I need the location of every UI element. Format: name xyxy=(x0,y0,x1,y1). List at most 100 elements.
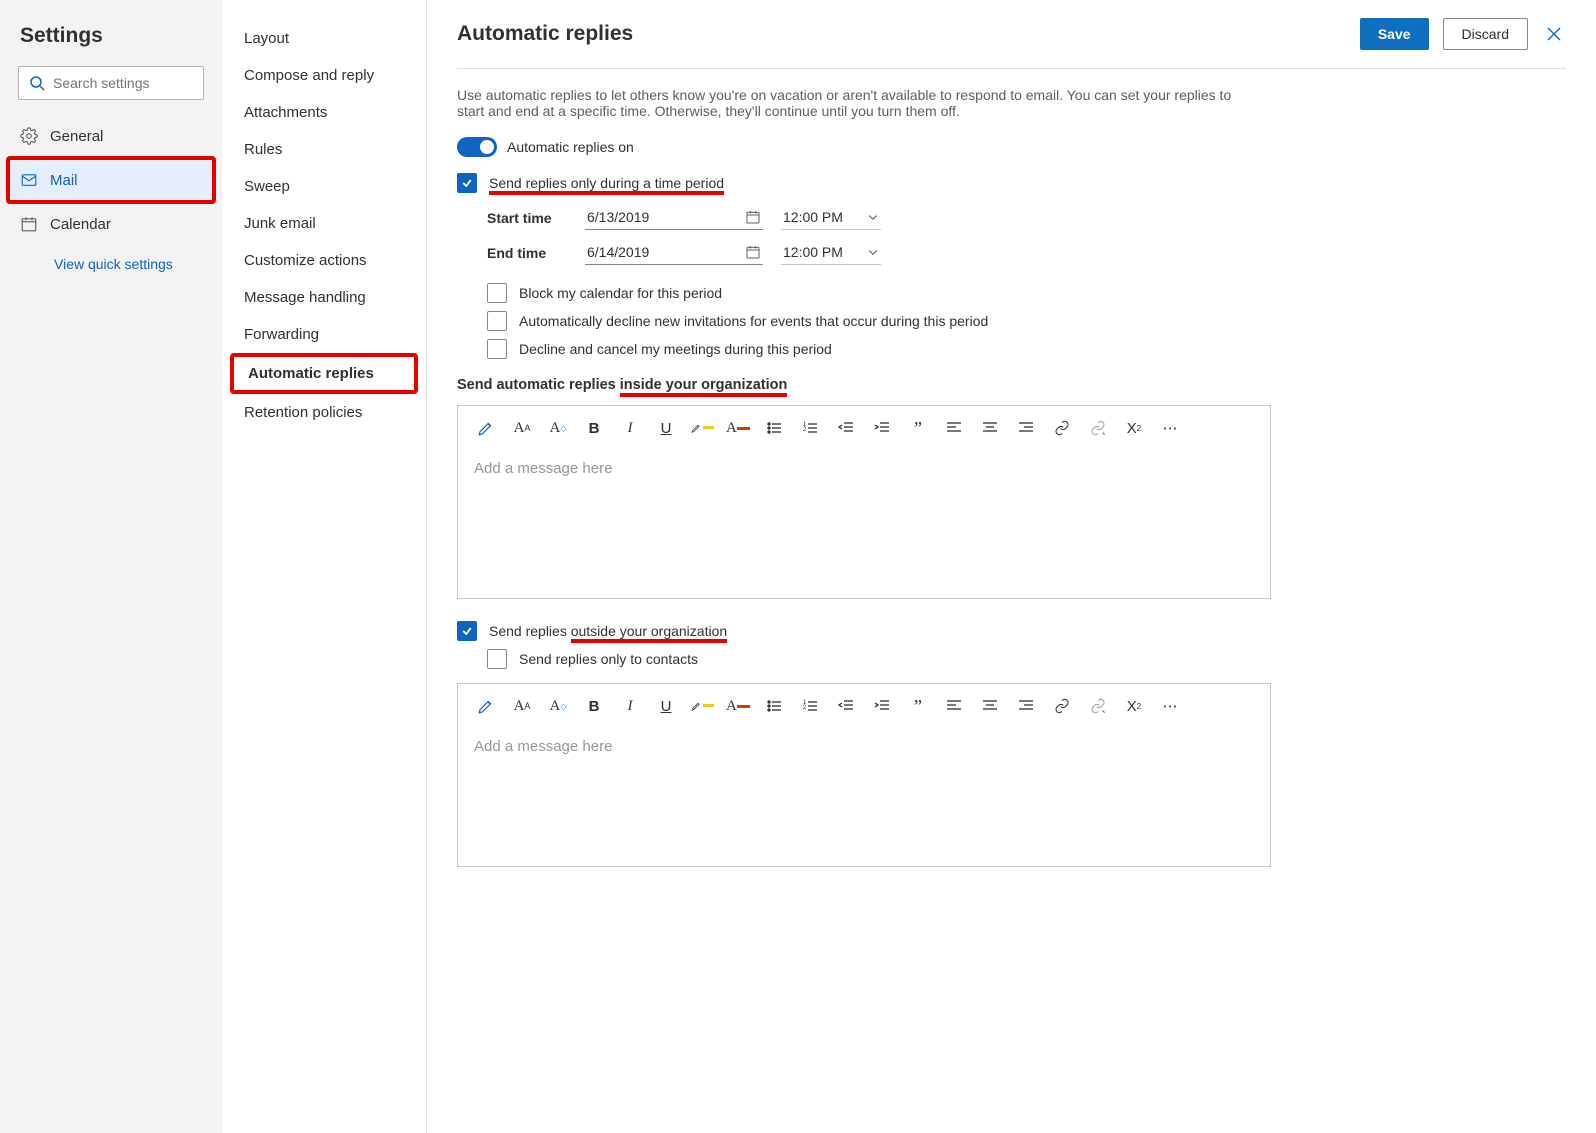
calendar-picker-icon[interactable] xyxy=(745,244,761,260)
bold-icon[interactable]: B xyxy=(582,416,606,440)
contacts-only-label[interactable]: Send replies only to contacts xyxy=(519,651,698,667)
underline-icon[interactable]: U xyxy=(654,416,678,440)
indent-icon[interactable] xyxy=(870,416,894,440)
category-general[interactable]: General xyxy=(0,116,222,156)
quote-icon[interactable]: ” xyxy=(906,416,930,440)
view-quick-settings-link[interactable]: View quick settings xyxy=(0,244,222,272)
subnav-junk-email[interactable]: Junk email xyxy=(222,205,426,242)
start-date-field[interactable]: 6/13/2019 xyxy=(585,205,763,230)
subnav-automatic-replies[interactable]: Automatic replies xyxy=(234,357,414,390)
subnav-sweep[interactable]: Sweep xyxy=(222,168,426,205)
automatic-replies-toggle[interactable] xyxy=(457,137,497,157)
category-label: General xyxy=(50,128,103,145)
contacts-only-checkbox[interactable] xyxy=(487,649,507,669)
subnav-forwarding[interactable]: Forwarding xyxy=(222,316,426,353)
subnav-rules[interactable]: Rules xyxy=(222,131,426,168)
highlight-color-icon[interactable] xyxy=(690,416,714,440)
chevron-down-icon[interactable] xyxy=(867,246,879,258)
quote-icon[interactable]: ” xyxy=(906,694,930,718)
link-icon[interactable] xyxy=(1050,416,1074,440)
highlighter-icon[interactable] xyxy=(474,694,498,718)
outdent-icon[interactable] xyxy=(834,694,858,718)
subnav-layout[interactable]: Layout xyxy=(222,20,426,57)
unlink-icon[interactable] xyxy=(1086,416,1110,440)
link-icon[interactable] xyxy=(1050,694,1074,718)
italic-icon[interactable]: I xyxy=(618,694,642,718)
outside-org-label[interactable]: Send replies outside your organization xyxy=(489,623,727,639)
outdent-icon[interactable] xyxy=(834,416,858,440)
inside-editor-body[interactable]: Add a message here xyxy=(458,448,1270,598)
settings-detail-pane: Automatic replies Save Discard Use autom… xyxy=(427,0,1596,1133)
outside-org-editor: AA A◇ B I U A 12 ” X2 ⋯ Add a message he… xyxy=(457,683,1271,867)
outside-editor-body[interactable]: Add a message here xyxy=(458,726,1270,866)
category-label: Calendar xyxy=(50,216,111,233)
align-center-icon[interactable] xyxy=(978,416,1002,440)
discard-button[interactable]: Discard xyxy=(1443,18,1528,50)
font-color-icon[interactable]: A xyxy=(726,416,750,440)
align-left-li-icon[interactable] xyxy=(942,694,966,718)
cancel-meetings-label[interactable]: Decline and cancel my meetings during th… xyxy=(519,341,832,357)
numbering-icon[interactable]: 12 xyxy=(798,694,822,718)
start-time-value: 12:00 PM xyxy=(783,209,843,225)
indent-icon[interactable] xyxy=(870,694,894,718)
block-calendar-label[interactable]: Block my calendar for this period xyxy=(519,285,722,301)
font-format-icon[interactable]: A◇ xyxy=(546,694,570,718)
category-label: Mail xyxy=(50,172,78,189)
italic-icon[interactable]: I xyxy=(618,416,642,440)
align-center-icon[interactable] xyxy=(978,694,1002,718)
svg-text:2: 2 xyxy=(803,705,807,711)
category-calendar[interactable]: Calendar xyxy=(0,204,222,244)
start-time-field[interactable]: 12:00 PM xyxy=(781,205,881,230)
align-right-icon[interactable] xyxy=(1014,416,1038,440)
numbering-icon[interactable]: 12 xyxy=(798,416,822,440)
font-format-icon[interactable]: A◇ xyxy=(546,416,570,440)
bullets-icon[interactable] xyxy=(762,694,786,718)
category-mail[interactable]: Mail xyxy=(10,160,212,200)
decline-invites-label[interactable]: Automatically decline new invitations fo… xyxy=(519,313,988,329)
toggle-label: Automatic replies on xyxy=(507,139,634,155)
search-settings-box[interactable] xyxy=(18,66,204,100)
decline-invites-checkbox[interactable] xyxy=(487,311,507,331)
unlink-icon[interactable] xyxy=(1086,694,1110,718)
align-right-icon[interactable] xyxy=(1014,694,1038,718)
page-description: Use automatic replies to let others know… xyxy=(457,87,1247,119)
font-size-icon[interactable]: AA xyxy=(510,694,534,718)
font-size-icon[interactable]: AA xyxy=(510,416,534,440)
calendar-picker-icon[interactable] xyxy=(745,209,761,225)
chevron-down-icon[interactable] xyxy=(867,211,879,223)
more-icon[interactable]: ⋯ xyxy=(1158,694,1182,718)
more-icon[interactable]: ⋯ xyxy=(1158,416,1182,440)
highlighter-icon[interactable] xyxy=(474,416,498,440)
end-date-value: 6/14/2019 xyxy=(587,244,649,260)
time-period-label[interactable]: Send replies only during a time period xyxy=(489,175,724,191)
search-settings-input[interactable] xyxy=(53,75,234,91)
gear-icon xyxy=(20,127,38,145)
superscript-icon[interactable]: X2 xyxy=(1122,416,1146,440)
svg-text:2: 2 xyxy=(803,427,807,433)
calendar-icon xyxy=(20,215,38,233)
inside-org-editor: AA A◇ B I U A 12 ” X2 ⋯ Add a message he… xyxy=(457,405,1271,599)
end-time-field[interactable]: 12:00 PM xyxy=(781,240,881,265)
bullets-icon[interactable] xyxy=(762,416,786,440)
save-button[interactable]: Save xyxy=(1360,18,1429,50)
align-left-icon[interactable] xyxy=(942,416,966,440)
subnav-attachments[interactable]: Attachments xyxy=(222,94,426,131)
bold-icon[interactable]: B xyxy=(582,694,606,718)
end-date-field[interactable]: 6/14/2019 xyxy=(585,240,763,265)
font-color-icon[interactable]: A xyxy=(726,694,750,718)
subnav-customize-actions[interactable]: Customize actions xyxy=(222,242,426,279)
end-time-label: End time xyxy=(487,245,567,261)
subnav-compose-reply[interactable]: Compose and reply xyxy=(222,57,426,94)
underline-icon[interactable]: U xyxy=(654,694,678,718)
time-period-checkbox[interactable] xyxy=(457,173,477,193)
subnav-message-handling[interactable]: Message handling xyxy=(222,279,426,316)
subnav-retention-policies[interactable]: Retention policies xyxy=(222,394,426,431)
mail-icon xyxy=(20,171,38,189)
superscript-icon[interactable]: X2 xyxy=(1122,694,1146,718)
outside-org-checkbox[interactable] xyxy=(457,621,477,641)
start-date-value: 6/13/2019 xyxy=(587,209,649,225)
block-calendar-checkbox[interactable] xyxy=(487,283,507,303)
cancel-meetings-checkbox[interactable] xyxy=(487,339,507,359)
close-icon[interactable] xyxy=(1542,26,1566,42)
highlight-color-icon[interactable] xyxy=(690,694,714,718)
